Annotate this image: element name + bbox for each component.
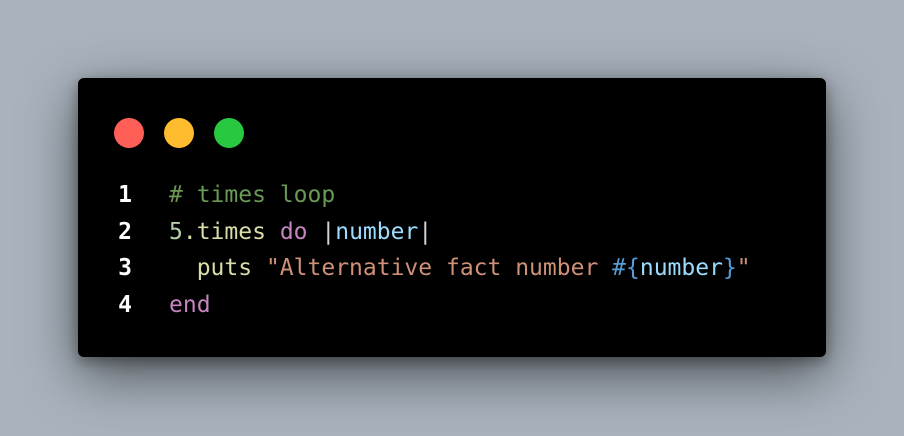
code-text: end (132, 287, 211, 324)
line-number: 1 (118, 182, 132, 208)
minimize-dot-icon[interactable] (164, 118, 194, 148)
code-text: # times loop (132, 177, 335, 214)
code-token-punctuation: | (307, 218, 336, 245)
code-line: 3 puts "Alternative fact number #{number… (78, 250, 826, 287)
close-dot-icon[interactable] (114, 118, 144, 148)
maximize-dot-icon[interactable] (214, 118, 244, 148)
code-token-variable: number (335, 218, 419, 245)
code-line: 2 5.times do |number| (78, 214, 826, 251)
line-number: 3 (118, 255, 132, 281)
code-token-punctuation (169, 255, 197, 281)
code-token-string: "Alternative fact number (265, 255, 613, 281)
code-token-number-literal: 5 (169, 218, 183, 245)
code-block: 1 # times loop 2 5.times do |number| 3 puts … (78, 177, 826, 323)
code-token-punctuation (252, 255, 266, 281)
code-token-punctuation: | (418, 218, 433, 245)
line-number: 4 (118, 291, 132, 318)
window-controls (114, 118, 244, 148)
code-text: puts "Alternative fact number #{number}" (132, 250, 751, 287)
code-token-interpolation: } (722, 255, 737, 281)
code-token-keyword: do (279, 218, 308, 245)
line-number: 2 (118, 218, 132, 245)
code-token-interpolation: #{ (612, 255, 640, 281)
code-token-punctuation (266, 219, 280, 245)
code-line: 4 end (78, 287, 826, 324)
code-token-string: " (736, 255, 751, 281)
code-line: 1 # times loop (78, 177, 826, 214)
code-token-method: .times (182, 218, 266, 245)
code-text: 5.times do |number| (132, 214, 432, 251)
code-token-method: puts (196, 255, 253, 281)
code-token-comment: # times loop (169, 182, 336, 208)
code-token-variable: number (639, 255, 723, 281)
code-token-keyword: end (169, 291, 211, 318)
code-window: 1 # times loop 2 5.times do |number| 3 puts … (78, 78, 826, 357)
